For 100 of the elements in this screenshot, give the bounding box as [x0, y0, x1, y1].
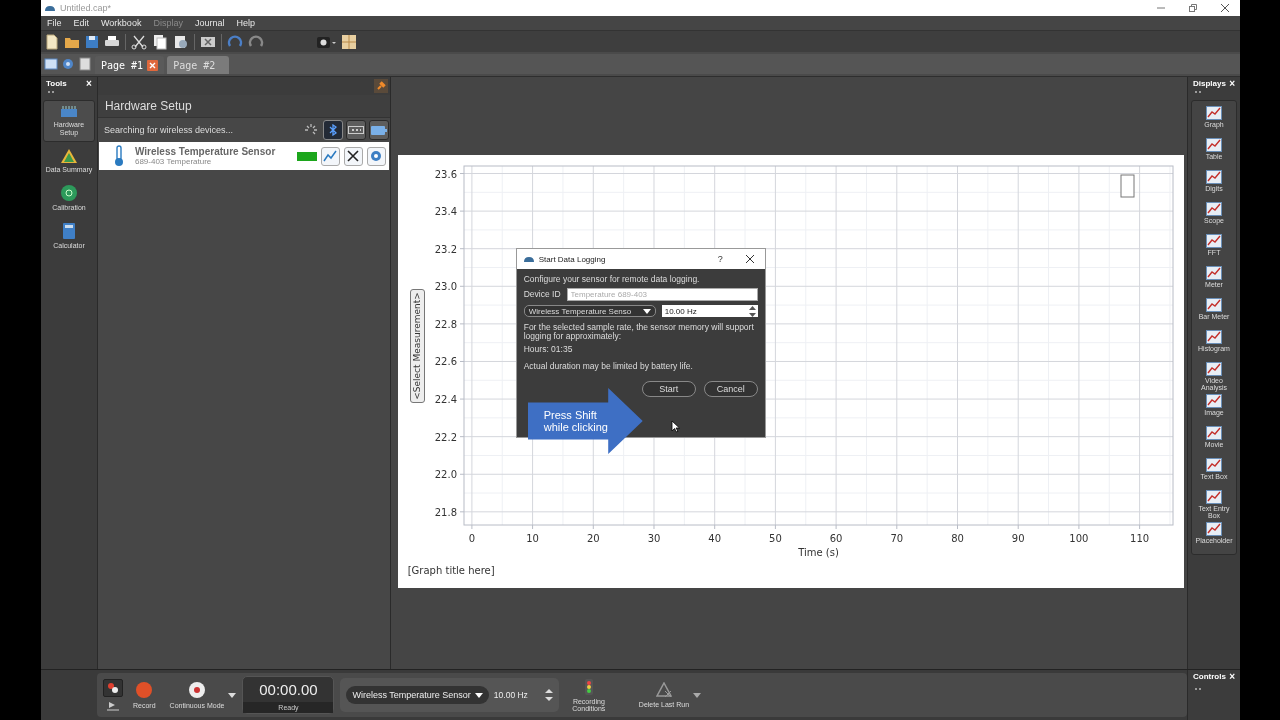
y-tick-label: 22.0 — [434, 469, 457, 481]
dialog-text: For the selected sample rate, the sensor memory will support logging for approximately: — [523, 323, 755, 341]
caret-icon[interactable] — [693, 692, 702, 698]
graph-button[interactable] — [320, 146, 340, 166]
display-icon — [1206, 266, 1222, 280]
status-text: Searching for wireless devices... — [103, 125, 233, 135]
menu-item[interactable]: Edit — [73, 18, 90, 28]
traffic-light-icon — [582, 678, 595, 695]
battery-icon — [370, 125, 387, 135]
y-tick-label: 23.6 — [434, 168, 457, 180]
x-tick-label: 40 — [708, 533, 721, 544]
display-icon — [1206, 298, 1222, 312]
x-tick-label: 70 — [890, 533, 903, 544]
connection-button[interactable] — [322, 120, 343, 140]
restore-icon[interactable] — [1188, 3, 1198, 13]
print-icon[interactable] — [104, 34, 120, 49]
display-icon — [1206, 170, 1222, 184]
display-icon — [1206, 330, 1222, 344]
interface-icon — [59, 105, 78, 119]
save-icon[interactable] — [85, 34, 99, 49]
app-logo-icon — [44, 4, 56, 12]
y-tick-label: 23.0 — [434, 281, 457, 293]
display-icon — [1206, 234, 1222, 248]
rate-spinner[interactable]: 10.00 Hz — [661, 305, 758, 317]
x-axis-label: Time (s) — [797, 547, 839, 558]
device-id-field[interactable]: Temperature 689-403 — [566, 288, 758, 301]
calculator-icon — [61, 222, 76, 240]
x-tick-label: 110 — [1129, 533, 1149, 544]
grip-icon[interactable] — [1194, 687, 1202, 691]
y-tick-label: 23.4 — [434, 206, 457, 218]
dialog-button[interactable]: Cancel — [703, 381, 758, 397]
display-icon — [1206, 458, 1222, 472]
page-tab[interactable]: Page #1 — [95, 56, 165, 74]
field-label: Device ID — [523, 290, 561, 299]
x-tick-label: 30 — [647, 533, 661, 544]
close-button[interactable]: × — [86, 79, 92, 88]
legend-box — [1120, 174, 1135, 198]
close-icon[interactable] — [744, 254, 755, 264]
display-icon — [1206, 362, 1222, 376]
x-tick-label: 80 — [950, 533, 964, 544]
duration-text: Hours: 01:35 — [523, 345, 574, 354]
paste-icon[interactable] — [173, 33, 189, 50]
x-tick-label: 50 — [768, 533, 782, 544]
scissors-icon[interactable] — [131, 33, 147, 50]
y-tick-label: 21.8 — [434, 506, 457, 518]
sensor-name: Wireless Temperature Sensor — [134, 146, 277, 157]
delete-run-icon — [655, 682, 672, 698]
display-icon — [1206, 138, 1222, 152]
display-icon — [1206, 426, 1222, 440]
close-tab-icon[interactable] — [147, 59, 159, 71]
sensor-dropdown[interactable]: Wireless Temperature Senso — [523, 305, 656, 317]
triangle-icon — [59, 148, 78, 164]
close-button[interactable]: × — [1229, 672, 1235, 681]
layout-icon[interactable] — [341, 33, 357, 50]
disconnect-button[interactable] — [343, 146, 363, 166]
menu-item[interactable]: File — [47, 18, 62, 28]
measurement-selector[interactable]: <Select Measurement> — [409, 289, 425, 403]
x-tick-label: 100 — [1069, 533, 1089, 544]
copy-icon[interactable] — [152, 33, 168, 50]
spinner-arrows-icon — [748, 305, 756, 317]
close-icon[interactable] — [1220, 3, 1230, 13]
page-icon[interactable] — [78, 57, 92, 71]
playback-icon[interactable] — [107, 701, 119, 711]
graph-title[interactable]: [Graph title here] — [407, 565, 495, 576]
dialog-button[interactable]: Start — [641, 381, 696, 397]
new-file-icon[interactable] — [45, 33, 59, 50]
panel-title: Displays — [1193, 79, 1226, 88]
display-icon — [1206, 490, 1222, 504]
window-title: Untitled.cap* — [60, 3, 112, 13]
caret-icon[interactable] — [228, 692, 237, 698]
connection-button[interactable] — [345, 120, 366, 140]
menu-item[interactable]: Workbook — [101, 18, 142, 28]
mode-toggle[interactable] — [103, 679, 123, 697]
close-icon — [347, 150, 360, 162]
close-button[interactable]: × — [1229, 79, 1235, 88]
settings-button[interactable] — [366, 146, 386, 166]
thermometer-icon — [112, 145, 125, 167]
dialog-title: Start Data Logging — [538, 254, 607, 264]
menu-item[interactable]: Help — [236, 18, 255, 28]
grip-icon[interactable] — [1194, 90, 1203, 94]
connection-button[interactable] — [368, 120, 389, 140]
display-icon — [1206, 522, 1222, 536]
pin-icon[interactable] — [373, 79, 388, 93]
help-button[interactable]: ? — [717, 254, 723, 264]
usb-icon — [347, 126, 364, 134]
rate-field[interactable]: 10.00 Hz — [493, 690, 540, 700]
sensor-detail: 689-403 Temperature — [134, 157, 213, 166]
dots-icon — [107, 682, 119, 694]
x-tick-label: 60 — [829, 533, 843, 544]
panel-title: Controls — [1193, 672, 1226, 681]
menu-item[interactable]: Journal — [194, 18, 225, 28]
dialog-text: Configure your sensor for remote data logging. — [523, 275, 701, 284]
sensor-dropdown[interactable]: Wireless Temperature Sensor — [346, 686, 489, 704]
app-logo-icon — [522, 255, 535, 263]
x-tick-label: 0 — [468, 533, 475, 544]
grip-icon[interactable] — [47, 90, 55, 94]
spinner-arrows-icon[interactable] — [544, 688, 553, 702]
window-icon[interactable] — [44, 57, 58, 71]
settings-icon[interactable] — [61, 57, 75, 71]
display-icon — [1206, 394, 1222, 408]
